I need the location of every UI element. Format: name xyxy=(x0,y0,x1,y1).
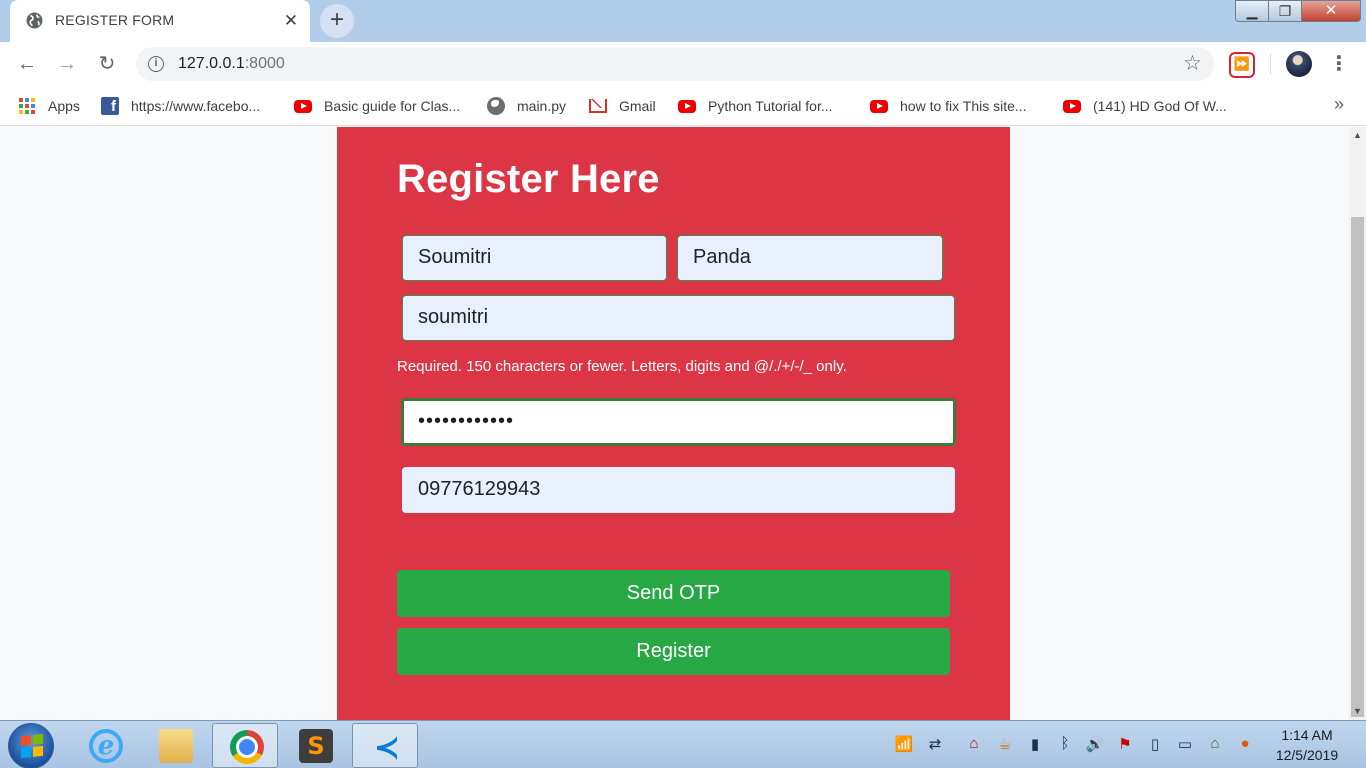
windows-taskbar: e S ≺ 📶 ⇄ ⌂ ☕ ▮ ᛒ 🔊 ⚑ ▯ ▭ ⌂ ● 1:14 AM 12… xyxy=(0,720,1366,768)
close-icon[interactable]: ✕ xyxy=(280,10,302,32)
facebook-icon: f xyxy=(101,97,119,115)
url-text[interactable]: 127.0.0.1:8000 xyxy=(178,55,285,73)
browser-titlebar: REGISTER FORM ✕ + ▁ ❐ ✕ xyxy=(0,0,1366,42)
internet-explorer-icon: e xyxy=(89,729,123,763)
bookmark-label: how to fix This site... xyxy=(900,98,1027,114)
bookmark-label: main.py xyxy=(517,98,567,114)
bookmark-label: (141) HD God Of W... xyxy=(1093,98,1227,114)
scroll-down-icon[interactable]: ▼ xyxy=(1349,703,1366,720)
java-icon[interactable]: ☕ xyxy=(994,735,1016,755)
display-icon[interactable]: ▭ xyxy=(1174,735,1196,755)
register-form-card: Register Here Soumitri Panda soumitri Re… xyxy=(337,127,1010,720)
app-tray-icon[interactable]: ● xyxy=(1234,735,1256,755)
bookmark-hd-god-of-war[interactable]: (141) HD God Of W... xyxy=(1063,96,1227,116)
network-icon[interactable]: ⇄ xyxy=(919,735,951,755)
browser-tab[interactable]: REGISTER FORM ✕ xyxy=(10,0,310,42)
bookmarks-bar: Apps f https://www.facebo... Basic guide… xyxy=(0,86,1366,126)
bluetooth-icon[interactable]: ᛒ xyxy=(1054,735,1076,755)
clock-time: 1:14 AM xyxy=(1281,727,1333,743)
first-name-field[interactable]: Soumitri xyxy=(402,235,667,281)
bookmark-facebook[interactable]: f https://www.facebo... xyxy=(101,96,260,116)
youtube-icon xyxy=(870,99,888,113)
username-help-text: Required. 150 characters or fewer. Lette… xyxy=(397,358,847,375)
page-title: Register Here xyxy=(397,157,660,201)
bookmark-label: Basic guide for Clas... xyxy=(324,98,461,114)
youtube-icon xyxy=(1063,99,1081,113)
signal-icon[interactable]: ▮ xyxy=(1024,735,1046,755)
taskbar-file-explorer[interactable] xyxy=(142,723,208,768)
register-button[interactable]: Register xyxy=(397,628,950,675)
plus-icon[interactable]: + xyxy=(320,4,354,38)
last-name-field[interactable]: Panda xyxy=(677,235,943,281)
password-field[interactable]: •••••••••••• xyxy=(401,398,956,446)
bookmark-label: https://www.facebo... xyxy=(131,98,261,114)
youtube-icon xyxy=(678,99,696,113)
bookmark-main-py[interactable]: main.py xyxy=(487,96,566,116)
url-port: :8000 xyxy=(244,55,285,72)
bookmark-label: Apps xyxy=(48,98,80,114)
system-clock[interactable]: 1:14 AM 12/5/2019 xyxy=(1262,725,1352,765)
file-explorer-icon xyxy=(159,729,193,763)
globe-icon xyxy=(487,97,505,115)
scrollbar-thumb[interactable] xyxy=(1351,217,1364,717)
bookmark-label: Python Tutorial for... xyxy=(708,98,833,114)
action-center-icon[interactable]: ⚑ xyxy=(1114,735,1136,755)
send-otp-button[interactable]: Send OTP xyxy=(397,570,950,617)
windows-logo-icon xyxy=(21,733,43,759)
security-icon[interactable]: ⌂ xyxy=(1204,735,1226,755)
window-close-button[interactable]: ✕ xyxy=(1301,0,1361,22)
taskbar-sublime-text[interactable]: S xyxy=(282,723,348,768)
back-arrow-icon[interactable]: ← xyxy=(14,51,40,77)
page-scrollbar[interactable]: ▲ ▼ xyxy=(1349,127,1366,720)
bookmark-python-tutorial[interactable]: Python Tutorial for... xyxy=(678,96,833,116)
youtube-icon xyxy=(294,99,312,113)
info-icon[interactable]: i xyxy=(148,56,164,72)
maximize-icon: ❐ xyxy=(1278,3,1292,19)
bookmark-basic-guide[interactable]: Basic guide for Clas... xyxy=(294,96,460,116)
profile-avatar[interactable] xyxy=(1286,51,1312,77)
vscode-icon: ≺ xyxy=(373,728,401,766)
taskbar-vscode[interactable]: ≺ xyxy=(352,723,418,768)
taskbar-chrome[interactable] xyxy=(212,723,278,768)
reload-icon[interactable]: ↻ xyxy=(94,51,120,77)
bookmark-label: Gmail xyxy=(619,98,656,114)
sublime-text-icon: S xyxy=(299,729,333,763)
tab-title: REGISTER FORM xyxy=(55,12,175,28)
forward-arrow-icon[interactable]: → xyxy=(54,51,80,77)
minimize-icon: ▁ xyxy=(1246,3,1258,19)
close-icon: ✕ xyxy=(1324,2,1338,19)
phone-field[interactable]: 09776129943 xyxy=(402,467,955,513)
apps-grid-icon xyxy=(18,97,36,115)
username-field[interactable]: soumitri xyxy=(402,295,955,341)
page-viewport: Register Here Soumitri Panda soumitri Re… xyxy=(0,127,1349,720)
more-menu-icon[interactable]: ⋮ xyxy=(1329,50,1349,78)
bookmark-apps[interactable]: Apps xyxy=(18,96,80,116)
scroll-up-icon[interactable]: ▲ xyxy=(1349,127,1366,144)
chrome-icon xyxy=(230,730,264,764)
bookmark-how-to-fix[interactable]: how to fix This site... xyxy=(870,96,1027,116)
globe-icon xyxy=(26,12,43,29)
bookmark-gmail[interactable]: Gmail xyxy=(589,96,656,116)
toolbar-divider xyxy=(1270,54,1271,74)
pdf-icon[interactable]: ⌂ xyxy=(963,735,985,755)
gmail-icon xyxy=(589,99,607,113)
extension-icon[interactable]: ⏩ xyxy=(1229,52,1255,78)
browser-toolbar: ← → ↻ i 127.0.0.1:8000 ☆ ⏩ ⋮ xyxy=(0,42,1366,86)
start-button[interactable] xyxy=(8,723,54,768)
battery-icon[interactable]: ▯ xyxy=(1144,735,1166,755)
minimize-button[interactable]: ▁ xyxy=(1235,0,1269,22)
bookmarks-overflow-icon[interactable]: » xyxy=(1334,94,1344,115)
taskbar-internet-explorer[interactable]: e xyxy=(72,723,138,768)
star-icon[interactable]: ☆ xyxy=(1183,51,1202,76)
volume-icon[interactable]: 🔊 xyxy=(1084,735,1106,755)
url-host: 127.0.0.1 xyxy=(178,55,245,72)
clock-date: 12/5/2019 xyxy=(1275,747,1339,763)
wifi-icon[interactable]: 📶 xyxy=(893,735,915,755)
address-bar[interactable]: i 127.0.0.1:8000 ☆ xyxy=(136,47,1214,81)
maximize-button[interactable]: ❐ xyxy=(1268,0,1302,22)
